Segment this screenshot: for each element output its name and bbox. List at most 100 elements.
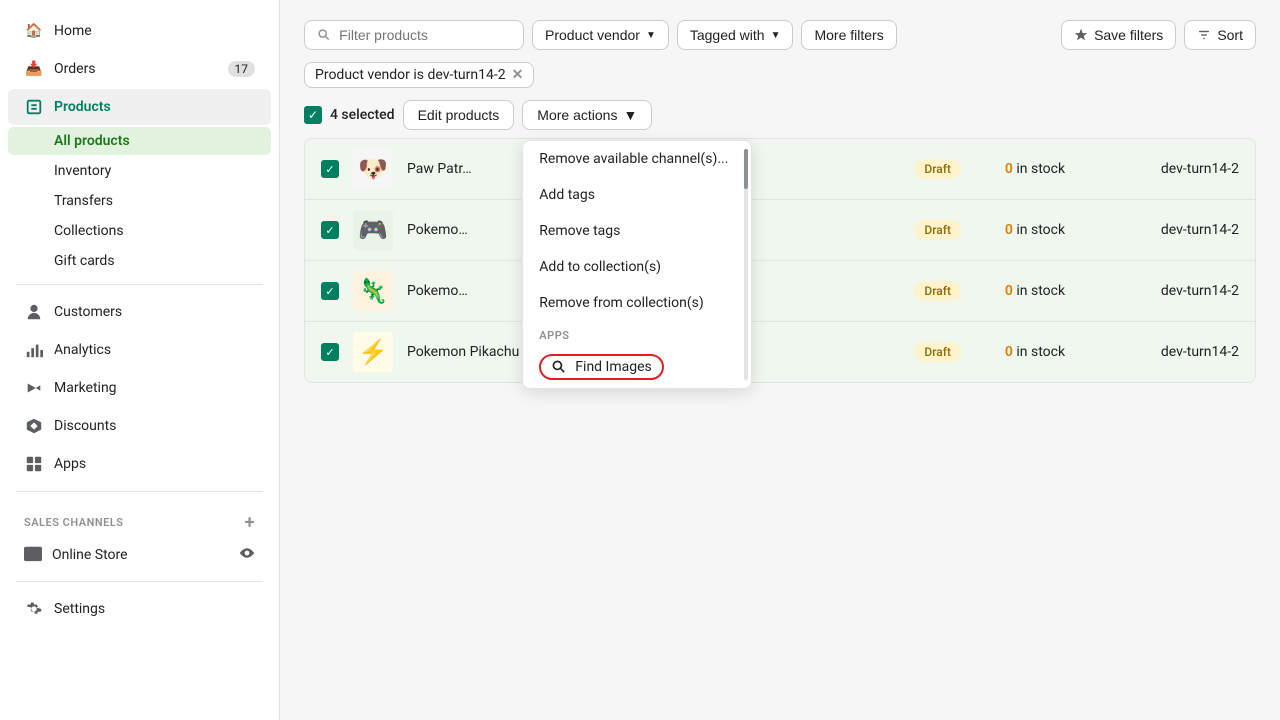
product-vendor-1: dev-turn14-2 xyxy=(1109,161,1239,177)
product-vendor-filter-button[interactable]: Product vendor ▼ xyxy=(532,20,669,50)
remove-filter-button[interactable]: ✕ xyxy=(512,67,524,83)
sort-icon xyxy=(1197,28,1211,42)
orders-icon: 📥 xyxy=(24,59,44,79)
product-stock-3: 0 in stock xyxy=(975,283,1095,299)
dropdown-scrollbar-thumb xyxy=(744,149,748,189)
product-stock-1: 0 in stock xyxy=(975,161,1095,177)
table-row[interactable]: ✓ ⚡ Pokemon Pikachu Draft 0 in stock dev… xyxy=(305,322,1255,382)
sort-button[interactable]: Sort xyxy=(1184,20,1256,50)
sidebar-item-settings[interactable]: Settings xyxy=(8,591,271,627)
dropdown-item-add-tags[interactable]: Add tags xyxy=(523,177,751,213)
more-actions-container: More actions ▼ Remove available channel(… xyxy=(522,100,652,130)
products-icon xyxy=(24,97,44,117)
products-table: ✓ 🐶 Paw Patr… Draft 0 in stock dev-turn1… xyxy=(304,138,1256,383)
dropdown-item-remove-tags[interactable]: Remove tags xyxy=(523,213,751,249)
sidebar-item-home[interactable]: 🏠 Home xyxy=(8,13,271,49)
table-row[interactable]: ✓ 🐶 Paw Patr… Draft 0 in stock dev-turn1… xyxy=(305,139,1255,200)
tagged-with-chevron-icon: ▼ xyxy=(771,30,781,41)
product-status-1: Draft xyxy=(914,159,961,179)
product-status-2: Draft xyxy=(914,220,961,240)
apps-icon xyxy=(24,454,44,474)
row-checkbox-3[interactable]: ✓ xyxy=(321,282,339,300)
product-thumb-4: ⚡ xyxy=(353,332,393,372)
add-sales-channel-button[interactable]: + xyxy=(245,512,255,533)
find-images-highlight: Find Images xyxy=(539,354,663,380)
edit-products-button[interactable]: Edit products xyxy=(403,100,515,130)
product-thumb-1: 🐶 xyxy=(353,149,393,189)
find-images-icon xyxy=(551,359,567,375)
search-icon xyxy=(317,27,331,43)
sidebar-item-analytics-label: Analytics xyxy=(54,342,111,358)
dropdown-item-find-images[interactable]: Find Images xyxy=(523,346,751,388)
sidebar-item-products-label: Products xyxy=(54,99,111,115)
row-checkbox-4[interactable]: ✓ xyxy=(321,343,339,361)
sidebar-item-orders[interactable]: 📥 Orders 17 xyxy=(8,51,271,87)
sidebar: 🏠 Home 📥 Orders 17 Products All products… xyxy=(0,0,280,720)
sidebar-item-products[interactable]: Products xyxy=(8,89,271,125)
product-stock-4: 0 in stock xyxy=(975,344,1095,360)
sidebar-item-orders-label: Orders xyxy=(54,61,96,77)
sidebar-item-home-label: Home xyxy=(54,23,92,39)
product-thumb-2: 🎮 xyxy=(353,210,393,250)
search-input[interactable] xyxy=(339,27,511,43)
sidebar-sub-item-all-products[interactable]: All products xyxy=(8,127,271,155)
more-actions-button[interactable]: More actions ▼ xyxy=(522,100,652,130)
analytics-icon xyxy=(24,340,44,360)
filter-bar: Product vendor ▼ Tagged with ▼ More filt… xyxy=(304,20,1256,50)
sidebar-item-apps-label: Apps xyxy=(54,456,86,472)
settings-icon xyxy=(24,599,44,619)
select-all-checkbox[interactable]: ✓ xyxy=(304,106,322,124)
sidebar-sub-item-collections[interactable]: Collections xyxy=(8,217,271,245)
search-box[interactable] xyxy=(304,20,524,50)
apps-section-label: APPS xyxy=(523,321,751,346)
sidebar-sub-item-gift-cards[interactable]: Gift cards xyxy=(8,247,271,275)
product-vendor-3: dev-turn14-2 xyxy=(1109,283,1239,299)
active-filter-tag: Product vendor is dev-turn14-2 ✕ xyxy=(304,62,534,88)
product-vendor-2: dev-turn14-2 xyxy=(1109,222,1239,238)
star-icon xyxy=(1074,28,1088,42)
product-thumb-3: 🦎 xyxy=(353,271,393,311)
discounts-icon xyxy=(24,416,44,436)
product-status-3: Draft xyxy=(914,281,961,301)
dropdown-item-remove-collection[interactable]: Remove from collection(s) xyxy=(523,285,751,321)
sidebar-item-marketing[interactable]: Marketing xyxy=(8,370,271,406)
online-store-eye-icon[interactable] xyxy=(239,545,255,565)
save-filters-button[interactable]: Save filters xyxy=(1061,20,1176,50)
sidebar-item-customers-label: Customers xyxy=(54,304,122,320)
main-content: Product vendor ▼ Tagged with ▼ More filt… xyxy=(280,0,1280,720)
sidebar-divider-2 xyxy=(16,491,263,492)
sidebar-divider-3 xyxy=(16,581,263,582)
sidebar-item-online-store[interactable]: Online Store xyxy=(8,538,271,572)
dropdown-item-add-collection[interactable]: Add to collection(s) xyxy=(523,249,751,285)
sidebar-item-discounts-label: Discounts xyxy=(54,418,116,434)
sales-channels-label: SALES CHANNELS + xyxy=(8,500,271,537)
sidebar-item-settings-label: Settings xyxy=(54,601,105,617)
dropdown-item-remove-channels[interactable]: Remove available channel(s)... xyxy=(523,141,751,177)
bulk-actions-bar: ✓ 4 selected Edit products More actions … xyxy=(304,100,1256,130)
sidebar-sub-item-inventory[interactable]: Inventory xyxy=(8,157,271,185)
selected-count: 4 selected xyxy=(330,107,395,123)
sidebar-item-discounts[interactable]: Discounts xyxy=(8,408,271,444)
active-filter-text: Product vendor is dev-turn14-2 xyxy=(315,67,506,83)
table-row[interactable]: ✓ 🎮 Pokemo… Draft 0 in stock dev-turn14-… xyxy=(305,200,1255,261)
find-images-label: Find Images xyxy=(575,359,651,375)
row-checkbox-1[interactable]: ✓ xyxy=(321,160,339,178)
dropdown-scrollbar[interactable] xyxy=(744,149,748,380)
sidebar-item-apps[interactable]: Apps xyxy=(8,446,271,482)
more-actions-dropdown: Remove available channel(s)... Add tags … xyxy=(522,140,752,389)
table-row[interactable]: ✓ 🦎 Pokemo… Draft 0 in stock dev-turn14-… xyxy=(305,261,1255,322)
sidebar-sub-item-transfers[interactable]: Transfers xyxy=(8,187,271,215)
tagged-with-filter-button[interactable]: Tagged with ▼ xyxy=(677,20,794,50)
product-stock-2: 0 in stock xyxy=(975,222,1095,238)
orders-badge: 17 xyxy=(228,61,256,77)
online-store-icon xyxy=(24,544,42,566)
row-checkbox-2[interactable]: ✓ xyxy=(321,221,339,239)
product-vendor-4: dev-turn14-2 xyxy=(1109,344,1239,360)
sidebar-item-marketing-label: Marketing xyxy=(54,380,117,396)
product-vendor-chevron-icon: ▼ xyxy=(646,30,656,41)
sidebar-item-customers[interactable]: Customers xyxy=(8,294,271,330)
more-filters-button[interactable]: More filters xyxy=(801,20,896,50)
sidebar-item-analytics[interactable]: Analytics xyxy=(8,332,271,368)
more-actions-chevron-icon: ▼ xyxy=(623,107,637,123)
online-store-label: Online Store xyxy=(52,547,128,563)
